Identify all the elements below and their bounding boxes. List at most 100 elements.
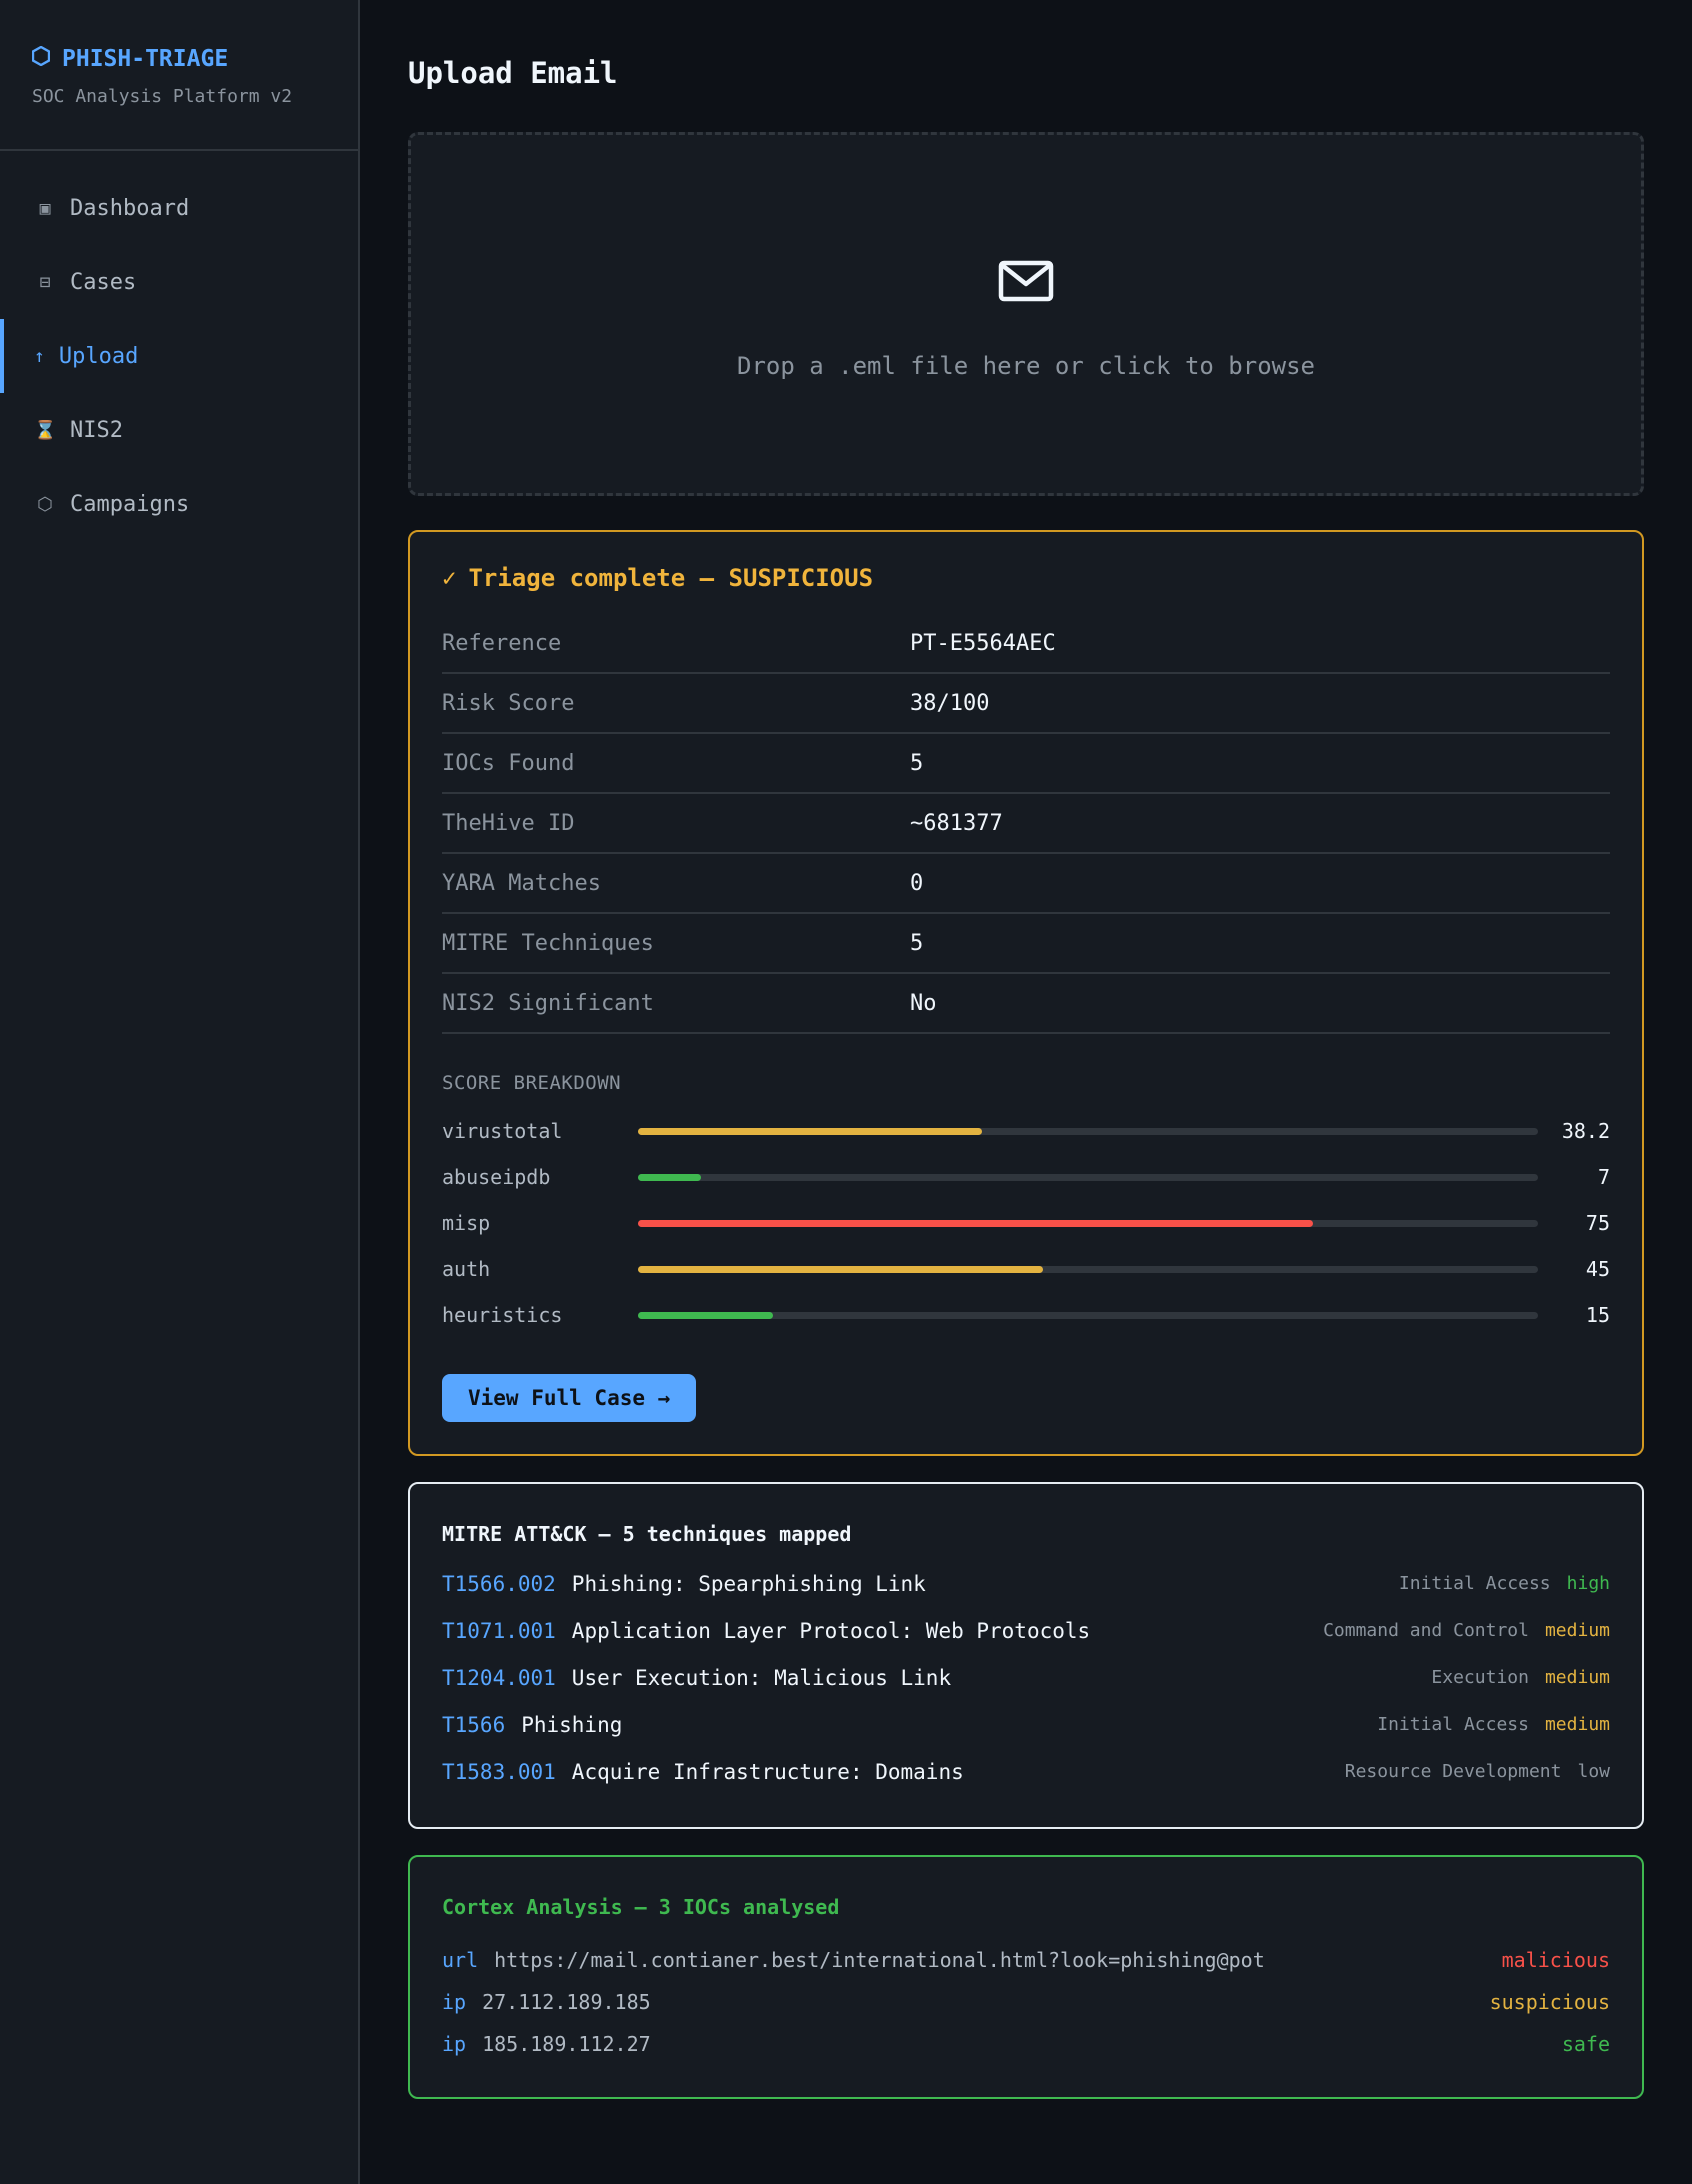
- brand: PHISH-TRIAGE SOC Analysis Platform v2: [0, 0, 358, 151]
- triage-title: ✓ Triage complete — SUSPICIOUS: [442, 564, 1610, 592]
- sidebar: PHISH-TRIAGE SOC Analysis Platform v2 ▣ …: [0, 0, 360, 2184]
- campaigns-icon: ⬡: [37, 493, 53, 515]
- ioc-row: ip 27.112.189.185 suspicious: [442, 1981, 1610, 2023]
- mitre-technique-row: T1071.001 Application Layer Protocol: Web…: [442, 1607, 1610, 1654]
- detail-key: Reference: [442, 630, 562, 656]
- score-bar-fill: [638, 1265, 1043, 1273]
- detail-key: YARA Matches: [442, 870, 601, 896]
- technique-id-link[interactable]: T1583.001: [442, 1760, 556, 1784]
- dropzone-text: Drop a .eml file here or click to browse: [737, 352, 1315, 380]
- mitre-technique-list: T1566.002 Phishing: Spearphishing Link Ini…: [442, 1560, 1610, 1795]
- sidebar-item-label: Upload: [58, 343, 139, 369]
- sidebar-item-nis2[interactable]: ⌛ NIS2: [0, 393, 358, 467]
- technique-tactic: Command and Control: [1323, 1620, 1529, 1641]
- score-value: 7: [1597, 1165, 1610, 1189]
- sidebar-item-cases[interactable]: ⊟ Cases: [0, 245, 358, 319]
- detail-value: 5: [910, 930, 924, 956]
- technique-id-link[interactable]: T1566: [442, 1713, 505, 1737]
- detail-value: PT-E5564AEC: [910, 630, 1056, 656]
- page-title: Upload Email: [408, 56, 618, 90]
- ioc-row: url https://mail.contianer.best/internati…: [442, 1939, 1610, 1981]
- score-label: heuristics: [442, 1303, 563, 1327]
- detail-key: IOCs Found: [442, 750, 575, 776]
- detail-value: 5: [910, 750, 924, 776]
- ioc-type: ip: [442, 1990, 467, 2014]
- detail-row: YARA Matches 0: [442, 854, 1610, 914]
- technique-name: Acquire Infrastructure: Domains: [571, 1759, 964, 1784]
- ioc-verdict: safe: [1561, 2032, 1610, 2056]
- score-row: virustotal 38.2: [442, 1108, 1610, 1154]
- ioc-value: 27.112.189.185: [482, 1990, 651, 2014]
- brand-subtitle: SOC Analysis Platform v2: [32, 86, 293, 107]
- technique-id-link[interactable]: T1204.001: [442, 1666, 556, 1690]
- technique-severity: high: [1566, 1573, 1610, 1594]
- triage-result-card: ✓ Triage complete — SUSPICIOUS Reference…: [408, 530, 1644, 1456]
- sidebar-item-label: Dashboard: [70, 195, 190, 221]
- sidebar-item-label: Cases: [70, 269, 137, 295]
- score-value: 38.2: [1561, 1119, 1610, 1143]
- score-bar-fill: [638, 1173, 701, 1181]
- score-value: 75: [1585, 1211, 1610, 1235]
- detail-value: No: [910, 990, 937, 1016]
- score-bar-track: [638, 1173, 1538, 1181]
- score-value: 15: [1585, 1303, 1610, 1327]
- technique-id-link[interactable]: T1071.001: [442, 1619, 556, 1643]
- detail-value: 38/100: [910, 690, 990, 716]
- score-label: auth: [442, 1257, 491, 1281]
- score-value: 45: [1585, 1257, 1610, 1281]
- score-row: auth 45: [442, 1246, 1610, 1292]
- sidebar-item-upload[interactable]: ↑ Upload: [0, 319, 358, 393]
- detail-row: MITRE Techniques 5: [442, 914, 1610, 974]
- technique-id-link[interactable]: T1566.002: [442, 1572, 556, 1596]
- score-bar-track: [638, 1311, 1538, 1319]
- score-bar-track: [638, 1127, 1538, 1135]
- ioc-value: https://mail.contianer.best/internationa…: [494, 1948, 1265, 1972]
- ioc-row: ip 185.189.112.27 safe: [442, 2023, 1610, 2065]
- eml-dropzone[interactable]: Drop a .eml file here or click to browse: [408, 132, 1644, 496]
- technique-tactic: Initial Access: [1398, 1573, 1551, 1594]
- hourglass-icon: ⌛: [34, 419, 57, 441]
- mitre-technique-row: T1566 Phishing Initial Access medium: [442, 1701, 1610, 1748]
- sidebar-item-dashboard[interactable]: ▣ Dashboard: [0, 171, 358, 245]
- score-label: abuseipdb: [442, 1165, 551, 1189]
- detail-row: Risk Score 38/100: [442, 674, 1610, 734]
- mitre-title: MITRE ATT&CK — 5 techniques mapped: [442, 1522, 852, 1546]
- mitre-technique-row: T1583.001 Acquire Infrastructure: Domains…: [442, 1748, 1610, 1795]
- score-breakdown: virustotal 38.2 abuseipdb 7 misp 75 auth 45 heur…: [442, 1108, 1610, 1338]
- checkmark-icon: ✓: [442, 564, 457, 592]
- score-bar-track: [638, 1265, 1538, 1273]
- view-full-case-button[interactable]: View Full Case →: [442, 1374, 697, 1422]
- score-bar-track: [638, 1219, 1538, 1227]
- detail-value: 0: [910, 870, 924, 896]
- triage-status: Triage complete — SUSPICIOUS: [468, 564, 874, 592]
- dashboard-icon: ▣: [39, 197, 51, 219]
- score-row: heuristics 15: [442, 1292, 1610, 1338]
- technique-tactic: Initial Access: [1377, 1714, 1529, 1735]
- triage-details: Reference PT-E5564AEC Risk Score 38/100 IOCs…: [442, 614, 1610, 1034]
- ioc-type: ip: [442, 2032, 467, 2056]
- brand-title[interactable]: PHISH-TRIAGE: [31, 45, 326, 72]
- technique-name: Application Layer Protocol: Web Protocol…: [571, 1618, 1091, 1643]
- sidebar-item-label: Campaigns: [70, 491, 190, 517]
- mitre-card: MITRE ATT&CK — 5 techniques mapped T1566…: [408, 1482, 1644, 1829]
- detail-key: Risk Score: [442, 690, 575, 716]
- detail-row: NIS2 Significant No: [442, 974, 1610, 1034]
- score-bar-fill: [638, 1127, 982, 1135]
- sidebar-item-campaigns[interactable]: ⬡ Campaigns: [0, 467, 358, 541]
- technique-severity: medium: [1544, 1620, 1610, 1641]
- score-label: misp: [442, 1211, 491, 1235]
- mitre-technique-row: T1204.001 User Execution: Malicious Link E…: [442, 1654, 1610, 1701]
- detail-key: NIS2 Significant: [442, 990, 654, 1016]
- ioc-type: url: [442, 1948, 479, 1972]
- hexagon-icon: [31, 45, 51, 72]
- score-row: abuseipdb 7: [442, 1154, 1610, 1200]
- score-bar-fill: [638, 1219, 1313, 1227]
- technique-severity: medium: [1544, 1714, 1610, 1735]
- score-breakdown-title: SCORE BREAKDOWN: [442, 1072, 622, 1094]
- sidebar-nav: ▣ Dashboard ⊟ Cases ↑ Upload ⌛ NIS2 ⬡ Ca…: [0, 151, 358, 541]
- main-content: Upload Email Drop a .eml file here or cl…: [360, 0, 1692, 2184]
- envelope-icon: [998, 248, 1054, 306]
- upload-arrow-icon: ↑: [34, 345, 45, 367]
- brand-name: PHISH-TRIAGE: [62, 46, 229, 72]
- detail-key: TheHive ID: [442, 810, 575, 836]
